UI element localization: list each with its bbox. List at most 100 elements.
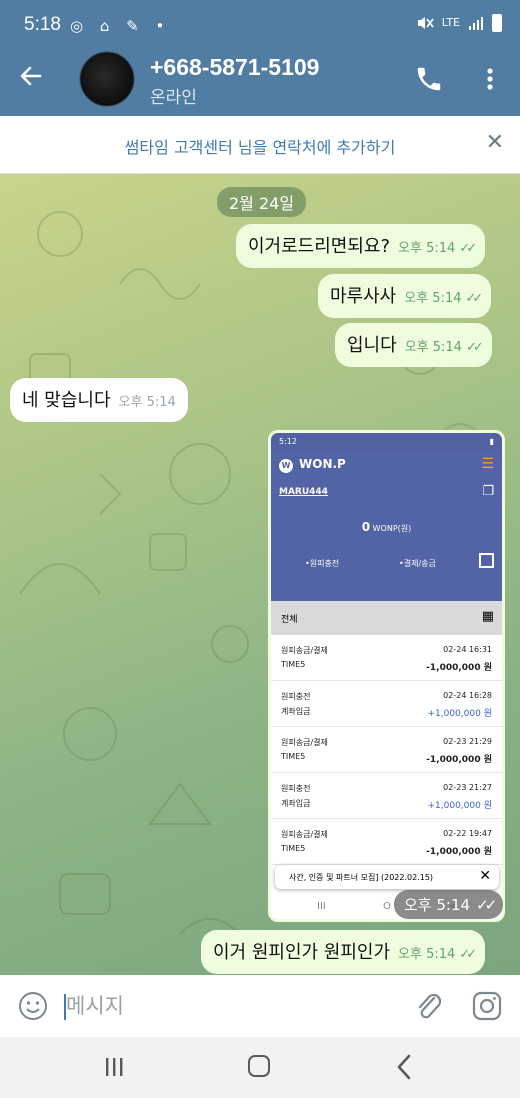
message-bubble-outgoing[interactable]: 마루사사 오후 5:14 ✓✓: [318, 274, 492, 318]
read-checkmark-icon: ✓✓: [476, 896, 497, 914]
add-contact-banner: 썸타임 고객센터 님을 연락처에 추가하기 ✕: [0, 116, 520, 174]
photo-message[interactable]: 5:12 ▮ W WON.P ☰ MARU444 ❐ 0 WONP(원) •원피…: [268, 430, 505, 922]
close-banner-icon[interactable]: ✕: [486, 130, 504, 155]
system-icons: LTE: [416, 14, 502, 32]
message-text: 이거로드리면되요?: [248, 236, 391, 257]
transaction-type: 원피충전: [281, 692, 311, 701]
system-nav-bar: [0, 1037, 520, 1098]
embedded-status-time: 5:12: [279, 437, 297, 446]
balance-amount: 0: [361, 520, 371, 534]
wonp-logo-icon: W: [279, 459, 293, 473]
mute-icon: [417, 17, 434, 29]
contact-status: 온라인: [150, 88, 197, 108]
transaction-date: 02-24 16:28: [443, 691, 492, 700]
transaction-desc: TIME5: [281, 844, 306, 853]
transaction-row: 원피송금/결제 02-24 16:31 TIME5 -1,000,000 원: [271, 635, 502, 681]
embedded-home-icon: O: [383, 901, 391, 912]
message-time: 오후 5:14: [404, 291, 462, 306]
wallet-summary: W WON.P ☰ MARU444 ❐ 0 WONP(원) •원피충전 •결제/…: [271, 451, 502, 601]
message-time: 오후 5:14: [398, 947, 456, 962]
notification-icons: ◎ ⌂ ✎ •: [70, 17, 171, 35]
message-bubble-incoming[interactable]: 네 맞습니다 오후 5:14: [10, 378, 188, 422]
balance-unit: WONP(원): [372, 524, 412, 533]
transaction-date: 02-22 19:47: [443, 829, 492, 838]
transaction-type: 원피송금/결제: [281, 646, 328, 655]
charge-action: •원피충전: [305, 559, 340, 568]
transaction-date: 02-24 16:31: [443, 645, 492, 654]
contact-avatar[interactable]: [80, 52, 134, 106]
transaction-row: 원피충전 02-23 21:27 계좌입금 +1,000,000 원: [271, 773, 502, 819]
message-text: 입니다: [347, 335, 397, 356]
message-composer: [0, 975, 520, 1037]
battery-icon: [492, 14, 502, 32]
chat-area[interactable]: 2월 24일 이거로드리면되요? 오후 5:14 ✓✓ 마루사사 오후 5:14 ✓✓ …: [0, 174, 520, 975]
transaction-type: 원피충전: [281, 784, 311, 793]
nav-back-icon[interactable]: [396, 1054, 412, 1080]
notice-text: 사간, 인증 및 파트너 모집] (2022.02.15): [289, 873, 434, 882]
emoji-icon[interactable]: [18, 991, 48, 1021]
transaction-amount: +1,000,000 원: [427, 709, 493, 719]
transaction-desc: 계좌입금: [281, 707, 311, 716]
calendar-icon: ▦: [481, 609, 494, 624]
transaction-desc: 계좌입금: [281, 799, 311, 808]
read-checkmark-icon: ✓✓: [465, 340, 484, 355]
read-checkmark-icon: ✓✓: [465, 291, 484, 306]
transaction-amount: -1,000,000 원: [426, 847, 492, 857]
message-text: 마루사사: [330, 286, 397, 307]
recent-apps-icon[interactable]: [104, 1057, 124, 1077]
embedded-notice-popup: 사간, 인증 및 파트너 모집] (2022.02.15) ✕: [275, 865, 499, 889]
filter-label: 전체: [281, 615, 298, 625]
wallet-balance: 0 WONP(원): [271, 520, 502, 534]
transaction-row: 원피송금/결제 02-22 19:47 TIME5 -1,000,000 원: [271, 819, 502, 865]
back-arrow-icon[interactable]: [18, 62, 44, 97]
message-time: 오후 5:14: [398, 241, 456, 256]
message-bubble-outgoing[interactable]: 이거로드리면되요? 오후 5:14 ✓✓: [236, 224, 486, 268]
lte-label: LTE: [441, 16, 460, 29]
camera-icon[interactable]: [472, 991, 502, 1021]
signal-icon: [469, 17, 483, 30]
pay-action: •결제/송금: [399, 559, 436, 568]
status-time: 5:18: [24, 14, 61, 35]
embedded-recent-icon: III: [317, 901, 326, 912]
message-time: 오후 5:14: [404, 340, 462, 355]
transaction-date: 02-23 21:27: [443, 783, 492, 792]
transaction-type: 원피송금/결제: [281, 830, 328, 839]
transaction-row: 원피송금/결제 02-23 21:29 TIME5 -1,000,000 원: [271, 727, 502, 773]
transaction-date: 02-23 21:29: [443, 737, 492, 746]
transaction-amount: -1,000,000 원: [426, 755, 492, 765]
embedded-status-bar: 5:12 ▮: [271, 433, 502, 451]
message-text: 이거 원피인가 원피인가: [213, 942, 391, 963]
add-contact-link[interactable]: 썸타임 고객센터 님을 연락처에 추가하기: [0, 134, 520, 158]
message-text: 네 맞습니다: [22, 390, 111, 411]
notice-close-icon: ✕: [479, 868, 491, 884]
qr-code-icon: [479, 553, 494, 568]
message-bubble-outgoing[interactable]: 이거 원피인가 원피인가 오후 5:14 ✓✓: [201, 930, 486, 974]
hamburger-menu-icon: ☰: [481, 456, 494, 472]
transaction-desc: TIME5: [281, 752, 306, 761]
attach-icon[interactable]: [414, 989, 444, 1023]
chat-header: +668-5871-5109 온라인: [0, 52, 520, 116]
message-input[interactable]: [66, 989, 386, 1023]
transaction-desc: TIME5: [281, 660, 306, 669]
transaction-type: 원피송금/결제: [281, 738, 328, 747]
wallet-app-name: WON.P: [299, 457, 346, 471]
status-bar: 5:18 ◎ ⌂ ✎ • LTE: [0, 0, 520, 56]
date-separator: 2월 24일: [217, 187, 307, 217]
copy-icon: ❐: [482, 484, 494, 499]
embedded-status-icons: ▮: [489, 437, 494, 446]
read-checkmark-icon: ✓✓: [459, 241, 477, 256]
transaction-amount: -1,000,000 원: [426, 663, 492, 673]
history-filter: 전체 ▦: [271, 601, 502, 635]
transaction-amount: +1,000,000 원: [427, 801, 493, 811]
contact-name[interactable]: +668-5871-5109: [150, 54, 319, 81]
read-checkmark-icon: ✓✓: [459, 947, 477, 962]
phone-icon[interactable]: [414, 64, 444, 94]
message-bubble-outgoing[interactable]: 입니다 오후 5:14 ✓✓: [335, 323, 492, 367]
home-icon[interactable]: [248, 1055, 270, 1077]
photo-time-badge: 오후 5:14 ✓✓: [394, 890, 504, 919]
wallet-account-id: MARU444: [279, 487, 328, 497]
transaction-row: 원피충전 02-24 16:28 계좌입금 +1,000,000 원: [271, 681, 502, 727]
message-time: 오후 5:14: [118, 395, 176, 410]
more-options-icon[interactable]: [480, 64, 500, 94]
photo-time: 오후 5:14: [404, 896, 471, 914]
